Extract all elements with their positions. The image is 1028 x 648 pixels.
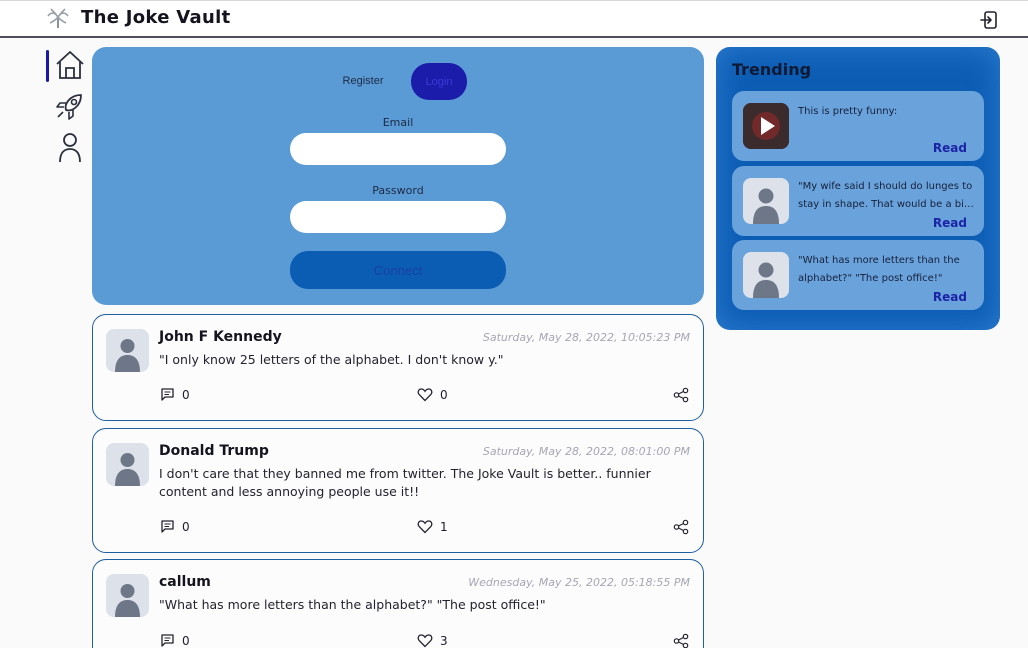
- comment-icon: [161, 520, 174, 533]
- top-bar: The Joke Vault: [0, 0, 1028, 38]
- trending-item[interactable]: "What has more letters than the alphabet…: [732, 240, 984, 310]
- comment-count: 0: [182, 633, 190, 648]
- app-title: The Joke Vault: [81, 7, 231, 28]
- heart-icon: [417, 520, 433, 534]
- post-card: John F Kennedy Saturday, May 28, 2022, 1…: [92, 314, 704, 421]
- heart-icon: [417, 388, 433, 402]
- read-link[interactable]: Read: [933, 216, 967, 230]
- login-panel: Register Login Email Password Connect: [92, 47, 704, 305]
- post-card: Donald Trump Saturday, May 28, 2022, 08:…: [92, 428, 704, 553]
- post-timestamp: Saturday, May 28, 2022, 08:01:00 PM: [482, 445, 690, 458]
- avatar: [743, 178, 789, 224]
- share-icon[interactable]: [673, 387, 689, 403]
- active-nav-indicator: [46, 50, 49, 82]
- read-link[interactable]: Read: [933, 141, 967, 155]
- password-field[interactable]: [290, 201, 506, 233]
- read-link[interactable]: Read: [933, 290, 967, 304]
- comment-count: 0: [182, 519, 190, 534]
- home-icon[interactable]: [54, 49, 86, 81]
- like-count: 3: [440, 633, 448, 648]
- like-count: 0: [440, 387, 448, 402]
- share-icon[interactable]: [673, 633, 689, 648]
- video-thumbnail[interactable]: [743, 103, 789, 149]
- post-timestamp: Saturday, May 28, 2022, 10:05:23 PM: [482, 331, 690, 344]
- post-content: I don't care that they banned me from tw…: [159, 466, 651, 499]
- password-label: Password: [372, 184, 424, 197]
- post-author[interactable]: John F Kennedy: [159, 329, 282, 345]
- avatar: [743, 252, 789, 298]
- email-field[interactable]: [290, 133, 506, 165]
- comment-icon: [161, 388, 174, 401]
- tab-register[interactable]: Register: [328, 63, 398, 99]
- rocket-icon[interactable]: [54, 90, 86, 122]
- post-timestamp: Wednesday, May 25, 2022, 05:18:55 PM: [468, 576, 690, 589]
- trending-text: This is pretty funny:: [798, 106, 898, 117]
- like-button[interactable]: 0: [417, 387, 448, 402]
- comment-button[interactable]: 0: [160, 633, 190, 648]
- avatar: [106, 329, 149, 372]
- post-content: "I only know 25 letters of the alphabet.…: [159, 352, 504, 367]
- post-author[interactable]: Donald Trump: [159, 443, 269, 459]
- trending-title: Trending: [732, 60, 812, 79]
- comment-count: 0: [182, 387, 190, 402]
- heart-icon: [417, 634, 433, 648]
- comment-icon: [161, 634, 174, 647]
- trending-panel: Trending This is pretty funny: Read "My …: [716, 47, 1000, 330]
- comment-button[interactable]: 0: [160, 519, 190, 534]
- like-count: 1: [440, 519, 448, 534]
- trending-text: "My wife said I should do lunges to stay…: [798, 181, 973, 210]
- avatar: [106, 443, 149, 486]
- tab-login[interactable]: Login: [411, 63, 467, 100]
- comment-button[interactable]: 0: [160, 387, 190, 402]
- post-card: callum Wednesday, May 25, 2022, 05:18:55…: [92, 559, 704, 648]
- palm-tree-icon: [47, 8, 69, 30]
- trending-item[interactable]: This is pretty funny: Read: [732, 91, 984, 161]
- connect-button[interactable]: Connect: [290, 251, 506, 289]
- logout-icon[interactable]: [978, 9, 1000, 31]
- trending-item[interactable]: "My wife said I should do lunges to stay…: [732, 166, 984, 236]
- post-content: "What has more letters than the alphabet…: [159, 597, 546, 612]
- like-button[interactable]: 1: [417, 519, 448, 534]
- email-label: Email: [382, 116, 414, 129]
- avatar: [106, 574, 149, 617]
- user-icon[interactable]: [54, 131, 86, 163]
- trending-text: "What has more letters than the alphabet…: [798, 255, 960, 284]
- share-icon[interactable]: [673, 519, 689, 535]
- like-button[interactable]: 3: [417, 633, 448, 648]
- post-author[interactable]: callum: [159, 574, 211, 590]
